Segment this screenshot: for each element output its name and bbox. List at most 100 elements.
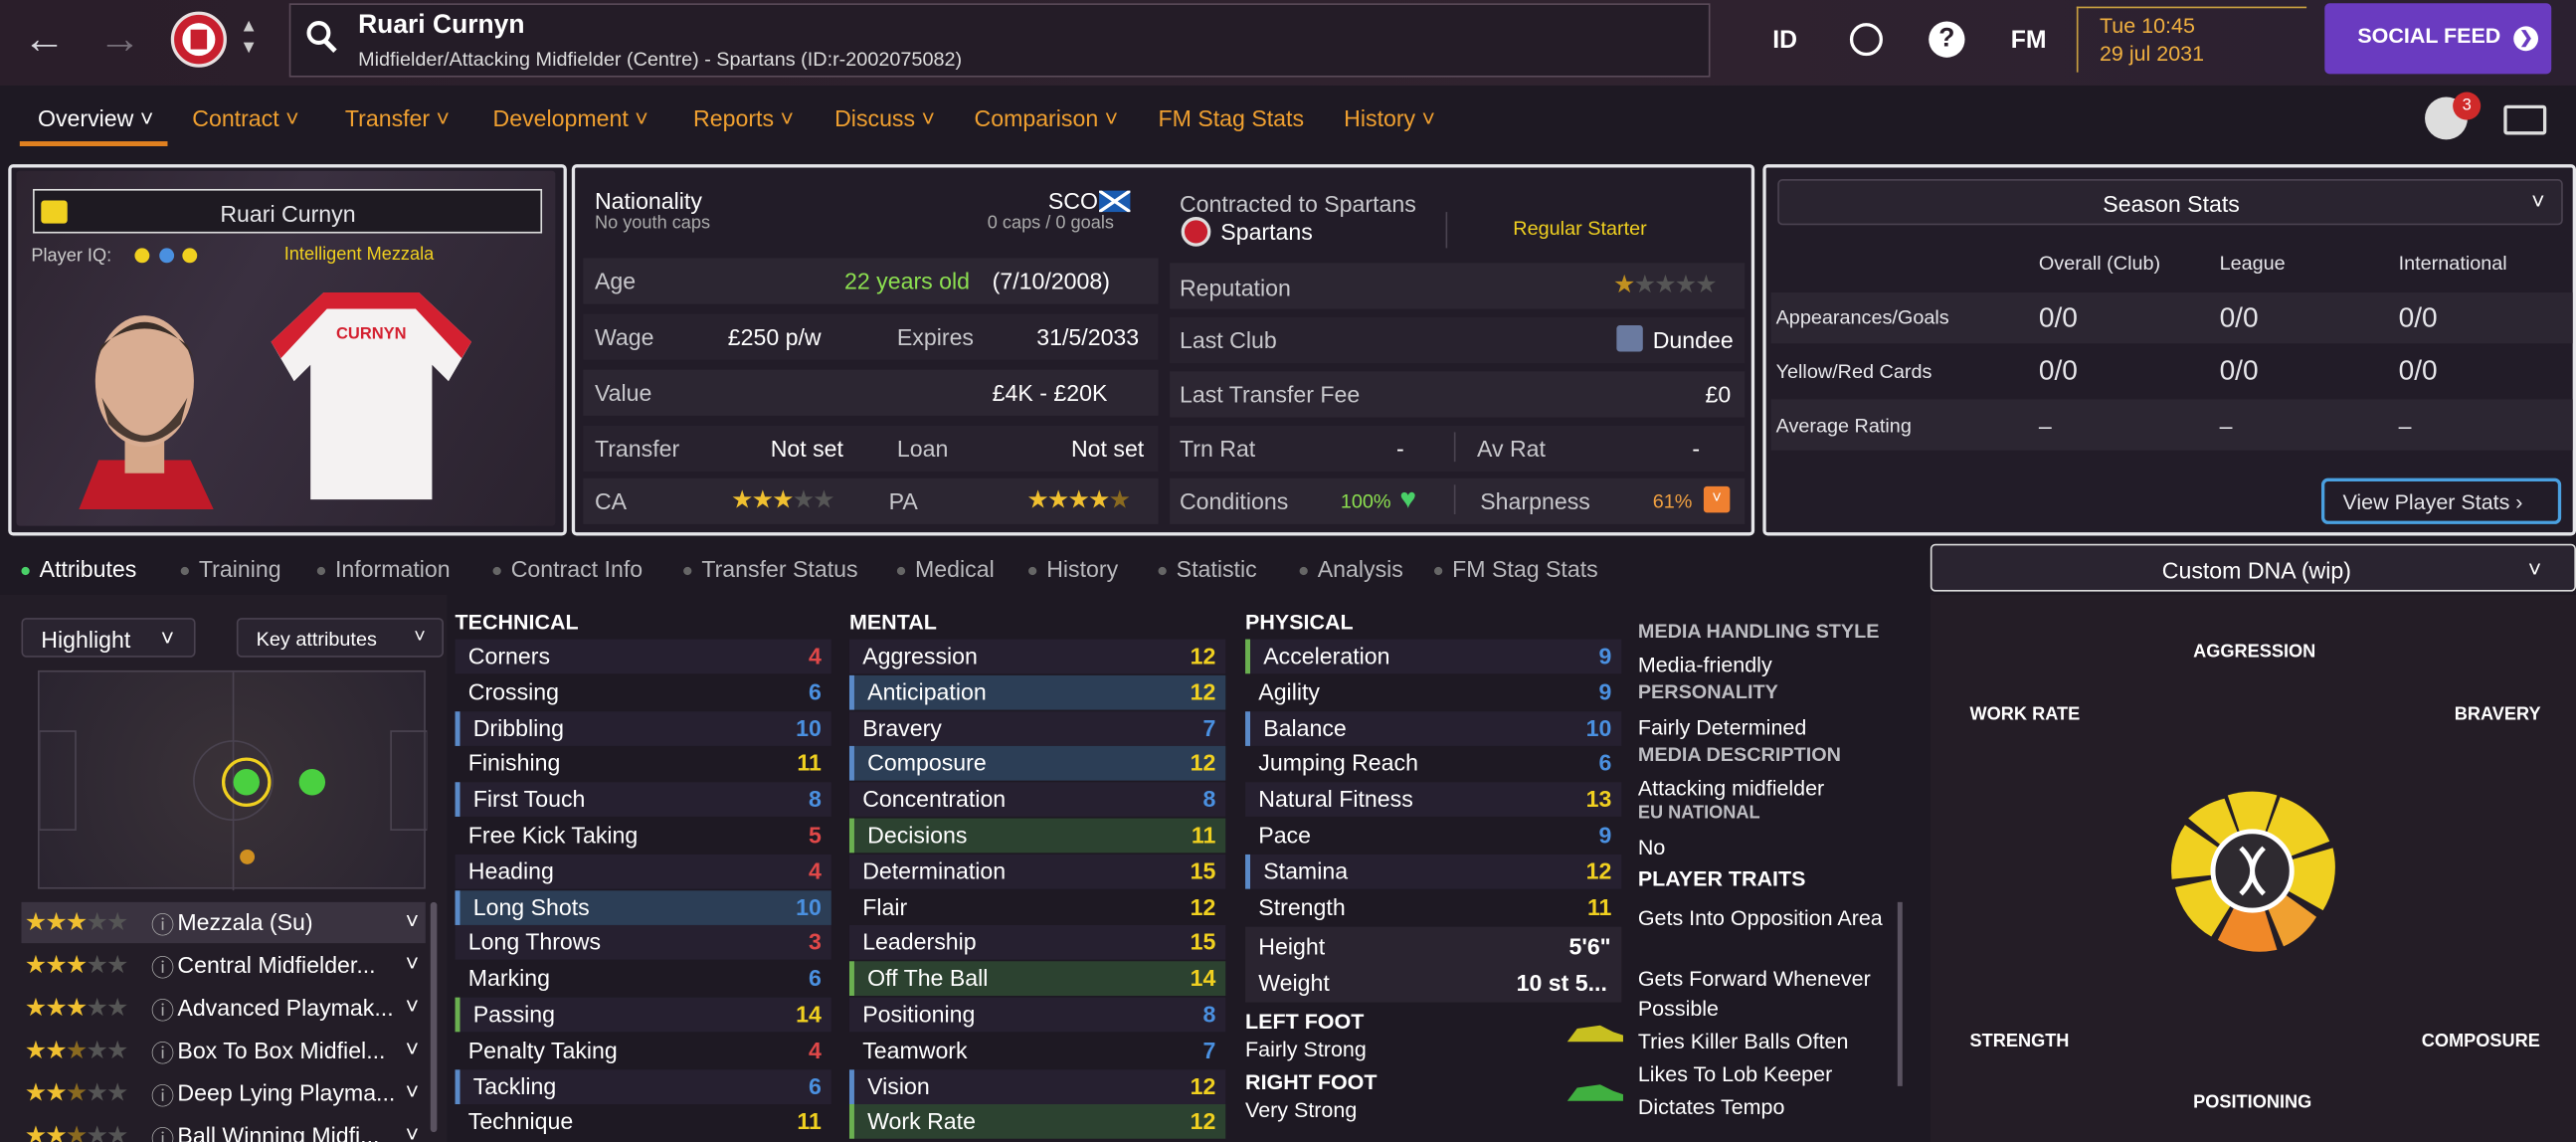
fm-icon[interactable]: FM (2011, 26, 2047, 54)
subtab-information[interactable]: Information (316, 555, 451, 582)
attribute-name: Tackling (472, 1071, 557, 1099)
attribute-value: 4 (809, 856, 822, 884)
forward-arrow-icon[interactable]: → (98, 13, 141, 64)
attribute-name: Long Throws (467, 928, 602, 956)
tab-discuss[interactable]: Discuss ˅ (834, 105, 935, 131)
help-icon[interactable]: ? (1929, 21, 1965, 58)
dna-label-composure: COMPOSURE (2421, 1032, 2540, 1052)
subtab-contract-info[interactable]: Contract Info (492, 555, 643, 582)
attribute-row[interactable]: Composure 12 (848, 746, 1226, 782)
dna-dropdown[interactable]: Custom DNA (wip) ˅ (1930, 543, 2576, 592)
info-icon[interactable]: ⓘ (151, 994, 174, 1027)
tab-comparison[interactable]: Comparison ˅ (975, 105, 1119, 131)
info-icon[interactable]: ⓘ (151, 1079, 174, 1112)
subtab-fm-stag-stats[interactable]: FM Stag Stats (1434, 555, 1598, 582)
attribute-row[interactable]: Long Throws 3 (455, 925, 831, 961)
tab-development[interactable]: Development ˅ (493, 105, 648, 131)
attribute-row[interactable]: Work Rate 12 (848, 1104, 1226, 1140)
subtab-transfer-status[interactable]: Transfer Status (683, 555, 858, 582)
subtab-medical[interactable]: Medical (896, 555, 995, 582)
role-row[interactable]: ★★★★★ ⓘ Deep Lying Playma... ˅ (21, 1073, 425, 1114)
role-row[interactable]: ★★★★★ ⓘ Box To Box Midfiel... ˅ (21, 1031, 425, 1071)
play-icon[interactable] (41, 200, 68, 224)
subtab-attributes[interactable]: Attributes (21, 555, 136, 582)
tab-overview[interactable]: Overview ˅ (38, 105, 153, 131)
game-date[interactable]: Tue 10:45 29 jul 2031 (2100, 12, 2204, 68)
tab-reports[interactable]: Reports ˅ (693, 105, 794, 131)
attribute-row[interactable]: Heading 4 (455, 854, 831, 889)
attribute-row[interactable]: Dribbling 10 (455, 710, 831, 746)
highlight-dropdown[interactable]: Highlight ˅ (21, 618, 196, 658)
attribute-row[interactable]: Tackling 6 (455, 1068, 831, 1104)
role-row[interactable]: ★★★★★ ⓘ Central Midfielder... ˅ (21, 945, 425, 986)
attribute-value: 11 (797, 749, 822, 777)
attribute-row[interactable]: Flair 12 (849, 890, 1225, 925)
info-icon[interactable]: ⓘ (151, 908, 174, 941)
attribute-row[interactable]: Aggression 12 (848, 639, 1226, 674)
tab-transfer[interactable]: Transfer ˅ (345, 105, 450, 131)
info-icon[interactable]: ⓘ (151, 951, 174, 984)
info-icon[interactable]: ⓘ (151, 1037, 174, 1069)
attribute-row[interactable]: Positioning 8 (848, 997, 1226, 1033)
attribute-row[interactable]: Finishing 11 (456, 747, 831, 782)
attribute-row[interactable]: Anticipation 12 (848, 674, 1226, 710)
attribute-row[interactable]: Vision 12 (848, 1068, 1226, 1104)
key-attributes-dropdown[interactable]: Key attributes ˅ (236, 618, 444, 658)
attribute-row[interactable]: Leadership 15 (848, 925, 1226, 961)
social-feed-button[interactable]: SOCIAL FEED ❯ (2324, 3, 2552, 75)
subtab-training[interactable]: Training (180, 555, 281, 582)
attribute-row[interactable]: Concentration 8 (848, 782, 1226, 818)
subtab-history[interactable]: History (1028, 555, 1118, 582)
id-icon[interactable]: ID (1772, 26, 1797, 54)
attribute-row[interactable]: Passing 14 (455, 997, 831, 1033)
subtab-analysis[interactable]: Analysis (1299, 555, 1403, 582)
attribute-row[interactable]: Crossing 6 (456, 675, 831, 710)
attribute-row[interactable]: Free Kick Taking 5 (456, 819, 831, 854)
attribute-row[interactable]: Natural Fitness 13 (1245, 782, 1622, 818)
display-icon[interactable] (2503, 104, 2547, 135)
subtab-statistic[interactable]: Statistic (1158, 555, 1257, 582)
club-crest-icon[interactable] (170, 11, 227, 68)
role-row[interactable]: ★★★★★ ⓘ Ball Winning Midfi... ˅ (21, 1116, 425, 1142)
attribute-row[interactable]: First Touch 8 (455, 782, 831, 818)
roles-scrollbar[interactable] (430, 901, 438, 1133)
last-club-value[interactable]: Dundee (1653, 327, 1734, 353)
club-name[interactable]: Spartans (1220, 219, 1313, 245)
attribute-row[interactable]: Pace 9 (1245, 819, 1621, 854)
tab-fm-stag-stats[interactable]: FM Stag Stats (1159, 105, 1305, 131)
attribute-row[interactable]: Strength 11 (1245, 890, 1621, 925)
search-icon[interactable] (305, 20, 338, 56)
attribute-row[interactable]: Agility 9 (1245, 675, 1621, 710)
attribute-row[interactable]: Off The Ball 14 (848, 961, 1226, 997)
role-row[interactable]: ★★★★★ ⓘ Mezzala (Su) ˅ (21, 901, 426, 944)
attribute-row[interactable]: Acceleration 9 (1245, 639, 1622, 674)
attribute-row[interactable]: Decisions 11 (848, 818, 1226, 854)
traits-scrollbar[interactable] (1897, 901, 1903, 1086)
attribute-row[interactable]: Technique 11 (456, 1105, 831, 1140)
attribute-row[interactable]: Jumping Reach 6 (1245, 747, 1621, 782)
attribute-row[interactable]: Long Shots 10 (455, 889, 831, 925)
view-player-stats-button[interactable]: View Player Stats › (2320, 477, 2562, 524)
season-stats-dropdown[interactable]: Season Stats ˅ (1777, 179, 2563, 226)
attribute-row[interactable]: Balance 10 (1245, 710, 1622, 746)
attribute-row[interactable]: Penalty Taking 4 (456, 1034, 831, 1068)
attribute-row[interactable]: Marking 6 (456, 962, 831, 997)
attribute-row[interactable]: Bravery 7 (848, 710, 1226, 746)
attribute-row[interactable]: Corners 4 (455, 639, 831, 674)
youth-caps: No youth caps (594, 213, 711, 234)
attribute-row[interactable]: Determination 15 (848, 854, 1226, 889)
dna-dropdown-label: Custom DNA (wip) (2161, 556, 2351, 584)
attribute-row[interactable]: Stamina 12 (1245, 854, 1622, 889)
tab-history[interactable]: History ˅ (1344, 105, 1435, 131)
role-row[interactable]: ★★★★★ ⓘ Advanced Playmak... ˅ (21, 988, 425, 1029)
tab-contract[interactable]: Contract ˅ (192, 105, 298, 131)
info-icon[interactable]: ⓘ (151, 1122, 174, 1142)
dna-label-aggression: AGGRESSION (2193, 642, 2316, 663)
age-label: Age (594, 268, 637, 294)
attribute-row[interactable]: Teamwork 7 (849, 1034, 1225, 1068)
back-arrow-icon[interactable]: ← (23, 13, 66, 64)
switch-player-chevrons-icon[interactable]: ▲ ▼ (240, 17, 258, 60)
role-stars: ★★★★★ (24, 951, 128, 980)
globe-icon[interactable] (1849, 23, 1883, 57)
attribute-value: 11 (797, 1107, 822, 1135)
